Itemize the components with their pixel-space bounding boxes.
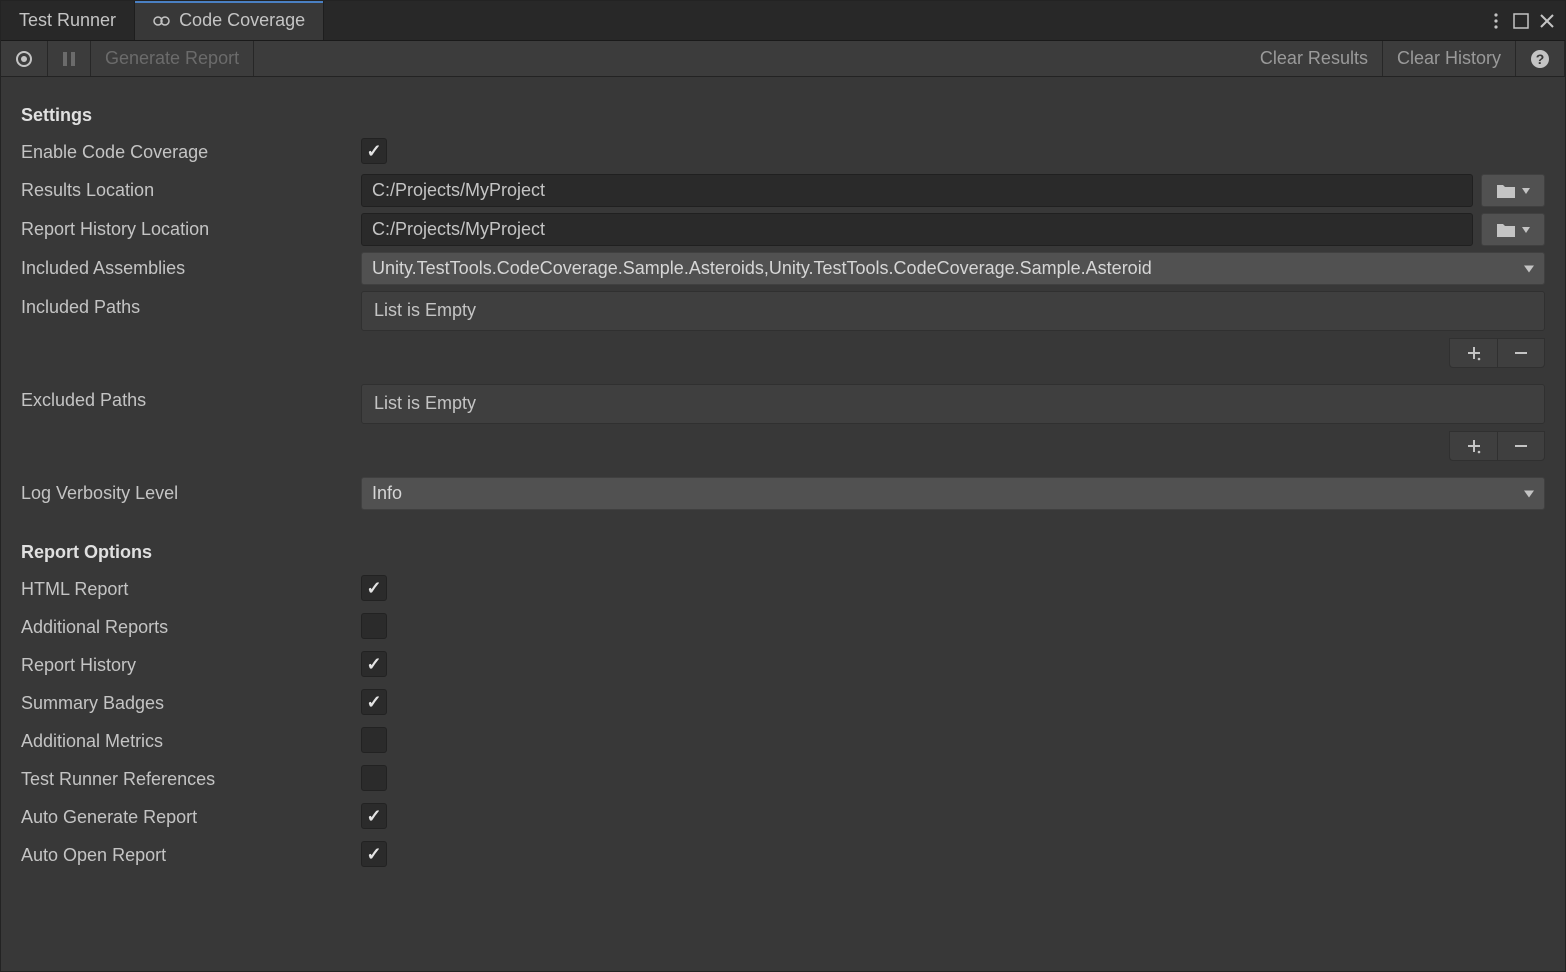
- history-location-browse-button[interactable]: [1481, 213, 1545, 246]
- tab-test-runner[interactable]: Test Runner: [1, 1, 135, 40]
- log-verbosity-dropdown[interactable]: Info: [361, 477, 1545, 510]
- summary-badges-label: Summary Badges: [21, 687, 361, 714]
- tab-bar: Test Runner Code Coverage: [1, 1, 1565, 41]
- pause-button[interactable]: [48, 41, 91, 76]
- included-paths-label: Included Paths: [21, 291, 361, 318]
- test-runner-refs-label: Test Runner References: [21, 763, 361, 790]
- additional-metrics-checkbox[interactable]: [361, 727, 387, 753]
- tab-code-coverage[interactable]: Code Coverage: [135, 1, 324, 40]
- report-options-heading: Report Options: [21, 542, 1545, 563]
- tab-label: Code Coverage: [179, 10, 305, 31]
- code-coverage-window: Test Runner Code Coverage: [0, 0, 1566, 972]
- window-controls: [1489, 1, 1565, 40]
- tab-label: Test Runner: [19, 10, 116, 31]
- report-history-checkbox[interactable]: [361, 651, 387, 677]
- enable-coverage-checkbox[interactable]: [361, 138, 387, 164]
- included-paths-remove-button[interactable]: [1497, 338, 1545, 368]
- help-button[interactable]: ?: [1516, 41, 1565, 76]
- clear-results-label: Clear Results: [1260, 48, 1368, 69]
- toolbar: Generate Report Clear Results Clear Hist…: [1, 41, 1565, 77]
- html-report-checkbox[interactable]: [361, 575, 387, 601]
- kebab-menu-icon[interactable]: [1489, 13, 1503, 29]
- results-location-browse-button[interactable]: [1481, 174, 1545, 207]
- auto-open-label: Auto Open Report: [21, 839, 361, 866]
- enable-coverage-label: Enable Code Coverage: [21, 136, 361, 163]
- auto-open-checkbox[interactable]: [361, 841, 387, 867]
- excluded-paths-label: Excluded Paths: [21, 384, 361, 411]
- additional-reports-label: Additional Reports: [21, 611, 361, 638]
- auto-generate-checkbox[interactable]: [361, 803, 387, 829]
- included-assemblies-dropdown[interactable]: Unity.TestTools.CodeCoverage.Sample.Aste…: [361, 252, 1545, 285]
- included-paths-add-button[interactable]: [1449, 338, 1497, 368]
- test-runner-refs-checkbox[interactable]: [361, 765, 387, 791]
- excluded-paths-remove-button[interactable]: [1497, 431, 1545, 461]
- record-button[interactable]: [1, 41, 48, 76]
- results-location-label: Results Location: [21, 174, 361, 201]
- excluded-paths-list[interactable]: List is Empty: [361, 384, 1545, 424]
- svg-text:?: ?: [1536, 51, 1545, 67]
- settings-heading: Settings: [21, 105, 1545, 126]
- log-verbosity-label: Log Verbosity Level: [21, 477, 361, 504]
- chevron-down-icon: [1524, 490, 1534, 497]
- close-icon[interactable]: [1539, 13, 1555, 29]
- additional-metrics-label: Additional Metrics: [21, 725, 361, 752]
- chevron-down-icon: [1524, 265, 1534, 272]
- maximize-icon[interactable]: [1513, 13, 1529, 29]
- auto-generate-label: Auto Generate Report: [21, 801, 361, 828]
- log-verbosity-value: Info: [372, 483, 402, 504]
- excluded-paths-add-button[interactable]: [1449, 431, 1497, 461]
- coverage-icon: [153, 12, 171, 30]
- summary-badges-checkbox[interactable]: [361, 689, 387, 715]
- included-paths-list[interactable]: List is Empty: [361, 291, 1545, 331]
- report-history-label: Report History: [21, 649, 361, 676]
- clear-history-label: Clear History: [1397, 48, 1501, 69]
- clear-history-button[interactable]: Clear History: [1383, 41, 1516, 76]
- included-assemblies-value: Unity.TestTools.CodeCoverage.Sample.Aste…: [372, 258, 1152, 279]
- content-area: Settings Enable Code Coverage Results Lo…: [1, 77, 1565, 971]
- html-report-label: HTML Report: [21, 573, 361, 600]
- generate-report-button[interactable]: Generate Report: [91, 41, 254, 76]
- generate-report-label: Generate Report: [105, 48, 239, 69]
- additional-reports-checkbox[interactable]: [361, 613, 387, 639]
- clear-results-button[interactable]: Clear Results: [1246, 41, 1383, 76]
- history-location-input[interactable]: C:/Projects/MyProject: [361, 213, 1473, 246]
- included-assemblies-label: Included Assemblies: [21, 252, 361, 279]
- results-location-input[interactable]: C:/Projects/MyProject: [361, 174, 1473, 207]
- history-location-label: Report History Location: [21, 213, 361, 240]
